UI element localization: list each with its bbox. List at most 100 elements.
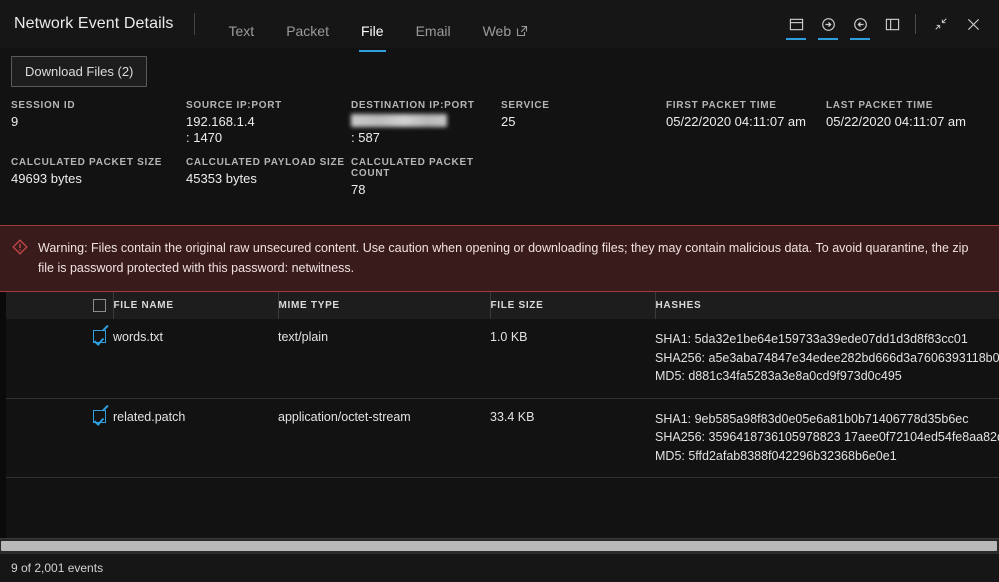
header-divider [193, 13, 195, 35]
arrow-left-circle-indicator [850, 38, 870, 40]
meta-first-packet-time: FIRST PACKET TIME 05/22/2020 04:11:07 am [666, 100, 826, 146]
metadata-row-2: CALCULATED PACKET SIZE 49693 bytes CALCU… [11, 157, 999, 198]
select-all-checkbox[interactable] [93, 299, 106, 312]
meta-calculated-packet-count-value: 78 [351, 182, 366, 197]
meta-calculated-payload-size-value: 45353 bytes [186, 171, 257, 186]
row-checkbox-wrap [0, 330, 113, 343]
table-row[interactable]: words.txt text/plain 1.0 KB SHA1: 5da32e… [0, 319, 999, 399]
cell-hashes: SHA1: 9eb585a98f83d0e05e6a81b0b71406778d… [655, 398, 999, 478]
header-actions-divider [915, 14, 916, 34]
files-table-container: FILE NAME MIME TYPE FILE SIZE HASHES wor… [0, 292, 999, 538]
window-header: Network Event Details Text Packet File E… [0, 0, 999, 52]
tab-file-label: File [361, 23, 384, 39]
meta-service-label: SERVICE [501, 100, 550, 111]
meta-calculated-packet-count-label: CALCULATED PACKET COUNT [351, 157, 474, 179]
hash-md5: MD5: 5ffd2afab8388f042296b32368b6e0e1 [655, 448, 897, 463]
meta-last-packet-time: LAST PACKET TIME 05/22/2020 04:11:07 am [826, 100, 996, 146]
download-files-button[interactable]: Download Files (2) [11, 55, 148, 87]
meta-session-id-label: SESSION ID [11, 100, 76, 111]
hash-sha1: SHA1: 5da32e1be64e159733a39ede07dd1d3d8f… [655, 332, 968, 346]
tab-web[interactable]: Web [483, 16, 529, 48]
row-checkbox[interactable] [93, 330, 106, 343]
files-table-head: FILE NAME MIME TYPE FILE SIZE HASHES [0, 292, 999, 319]
tab-web-label: Web [482, 23, 512, 39]
meta-destination-ip-value-redacted [351, 114, 501, 130]
column-file-name[interactable]: FILE NAME [113, 292, 279, 319]
event-metadata: SESSION ID 9 SOURCE IP:PORT 192.168.1.4 … [0, 94, 999, 219]
meta-calculated-packet-size: CALCULATED PACKET SIZE 49693 bytes [11, 157, 186, 198]
cell-file-size: 33.4 KB [490, 398, 655, 478]
external-link-icon [516, 25, 528, 37]
scrollbar-thumb[interactable] [1, 541, 997, 551]
meta-calculated-payload-size: CALCULATED PAYLOAD SIZE 45353 bytes [186, 157, 351, 198]
collapse-icon[interactable] [927, 7, 955, 41]
table-left-gutter [0, 292, 6, 538]
cell-mime-type: application/octet-stream [278, 398, 490, 478]
cell-file-size: 1.0 KB [490, 319, 655, 399]
status-bar: 9 of 2,001 events [0, 553, 999, 582]
arrow-right-circle-indicator [818, 38, 838, 40]
files-table: FILE NAME MIME TYPE FILE SIZE HASHES wor… [0, 292, 999, 478]
table-header-row: FILE NAME MIME TYPE FILE SIZE HASHES [0, 292, 999, 319]
warning-banner: Warning: Files contain the original raw … [0, 225, 999, 292]
cell-hashes: SHA1: 5da32e1be64e159733a39ede07dd1d3d8f… [655, 319, 999, 399]
tab-text[interactable]: Text [229, 16, 255, 48]
hash-sha256: SHA256: a5e3aba74847e34edee282bd666d3a76… [655, 350, 999, 365]
event-count-status: 9 of 2,001 events [11, 561, 104, 575]
meta-first-packet-time-label: FIRST PACKET TIME [666, 100, 777, 111]
redaction-blur [351, 114, 447, 127]
tab-text-label: Text [228, 23, 255, 39]
meta-last-packet-time-label: LAST PACKET TIME [826, 100, 934, 111]
meta-source-port-value: : 1470 [186, 130, 223, 145]
row-checkbox-wrap [0, 409, 113, 423]
panel-layout-icon[interactable] [782, 7, 810, 41]
meta-destination-port-value: : 587 [351, 130, 380, 145]
split-panel-icon[interactable] [878, 7, 906, 41]
meta-calculated-packet-size-value: 49693 bytes [11, 171, 82, 186]
files-table-body: words.txt text/plain 1.0 KB SHA1: 5da32e… [0, 319, 999, 478]
horizontal-scrollbar[interactable] [0, 538, 999, 553]
tab-bar: Text Packet File Email Web [213, 0, 545, 52]
meta-source-ip-port-label: SOURCE IP:PORT [186, 100, 282, 111]
meta-session-id: SESSION ID 9 [11, 100, 186, 146]
meta-calculated-payload-size-label: CALCULATED PAYLOAD SIZE [186, 157, 345, 168]
meta-service: SERVICE 25 [501, 100, 666, 146]
cell-file-name: words.txt [113, 319, 278, 399]
tab-packet[interactable]: Packet [286, 16, 329, 48]
column-hashes[interactable]: HASHES [655, 292, 999, 319]
meta-calculated-packet-size-label: CALCULATED PACKET SIZE [11, 157, 163, 168]
column-select-all [0, 292, 114, 319]
tab-packet-label: Packet [286, 23, 329, 39]
meta-source-ip-value: 192.168.1.4 [186, 114, 255, 129]
warning-text: Warning: Files contain the original raw … [38, 241, 969, 275]
panel-layout-indicator [786, 38, 806, 40]
meta-service-value: 25 [501, 114, 516, 129]
row-checkbox[interactable] [93, 409, 106, 423]
arrow-right-circle-icon[interactable] [814, 7, 842, 41]
arrow-left-circle-icon[interactable] [846, 7, 874, 41]
toolbar: Download Files (2) [0, 48, 999, 94]
meta-destination-ip-port: DESTINATION IP:PORT : 587 [351, 100, 501, 146]
column-mime-type[interactable]: MIME TYPE [278, 292, 491, 319]
tab-file[interactable]: File [359, 16, 386, 52]
meta-last-packet-time-value: 05/22/2020 04:11:07 am [826, 114, 966, 129]
tab-email[interactable]: Email [416, 16, 451, 48]
column-file-size[interactable]: FILE SIZE [490, 292, 656, 319]
cell-mime-type: text/plain [278, 319, 490, 399]
select-all-wrap [0, 299, 113, 312]
meta-session-id-value: 9 [11, 114, 19, 129]
table-row[interactable]: related.patch application/octet-stream 3… [0, 398, 999, 478]
network-event-details-window: Network Event Details Text Packet File E… [0, 0, 999, 582]
tab-email-label: Email [415, 23, 451, 39]
meta-source-ip-port: SOURCE IP:PORT 192.168.1.4 : 1470 [186, 100, 351, 146]
page-title: Network Event Details [14, 15, 174, 32]
meta-first-packet-time-value: 05/22/2020 04:11:07 am [666, 114, 806, 129]
hash-sha256: SHA256: 3596418736105978823 17aee0f72104… [655, 430, 999, 444]
hash-md5: MD5: d881c34fa5283a3e8a0cd9f973d0c495 [655, 369, 902, 383]
meta-calculated-packet-count: CALCULATED PACKET COUNT 78 [351, 157, 501, 198]
close-icon[interactable] [959, 7, 987, 41]
hash-sha1: SHA1: 9eb585a98f83d0e05e6a81b0b71406778d… [655, 411, 969, 426]
row-select-cell [0, 319, 113, 399]
row-select-cell [0, 398, 113, 478]
cell-file-name: related.patch [113, 398, 278, 478]
